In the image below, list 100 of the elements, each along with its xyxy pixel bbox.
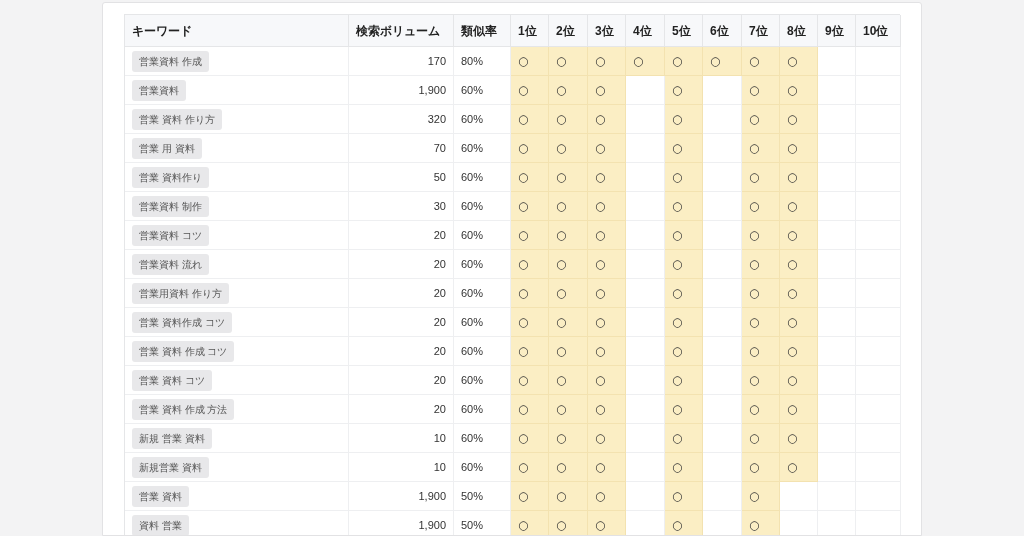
rank-cell: ○ [665,395,703,424]
rank-cell: ○ [780,308,818,337]
keyword-tag: 営業 用 資料 [132,137,202,159]
rank-cell: ○ [511,105,549,134]
rank-cell: ○ [549,250,588,279]
volume-cell: 20 [349,366,454,395]
rank-cell: ○ [780,250,818,279]
keyword-tag: 営業資料 制作 [132,195,209,217]
rank-cell: ○ [780,279,818,308]
volume-cell: 50 [349,163,454,192]
keyword-tag: 営業資料 作成 [132,50,209,72]
rank-cell: ○ [588,221,626,250]
rank-cell: ○ [588,366,626,395]
rank-cell: ○ [665,134,703,163]
rank-cell: ○ [703,47,742,76]
rank-cell: ○ [511,482,549,511]
rank-cell: ○ [549,163,588,192]
rank-cell: ○ [742,47,780,76]
rank-cell: ○ [665,250,703,279]
rank-cell: ○ [780,424,818,453]
keyword-tag: 資料 営業 [132,514,189,535]
volume-cell: 1,900 [349,482,454,511]
keyword-tag: 営業 資料 コツ [132,369,212,391]
rank-cell: ○ [588,250,626,279]
rank-cell: ○ [665,105,703,134]
column-header: キーワード [125,15,349,47]
rank-cell: ○ [549,453,588,482]
rank-cell: ○ [626,47,665,76]
rank-cell: ○ [549,192,588,221]
rank-cell: ○ [511,424,549,453]
rank-cell: ○ [742,192,780,221]
rank-cell: ○ [588,163,626,192]
rank-cell: ○ [742,250,780,279]
rank-cell: ○ [549,482,588,511]
rank-cell: ○ [549,279,588,308]
rank-cell: ○ [665,163,703,192]
keyword-tag: 営業資料 [132,79,186,101]
rank-cell: ○ [665,279,703,308]
rank-cell: ○ [742,163,780,192]
rank-cell: ○ [588,308,626,337]
rank-cell: ○ [511,163,549,192]
rank-cell: ○ [780,366,818,395]
keyword-tag: 新規 営業 資料 [132,427,212,449]
rank-cell: ○ [742,453,780,482]
rank-cell: ○ [742,279,780,308]
rank-cell: ○ [511,250,549,279]
rank-cell: ○ [549,105,588,134]
rank-cell: ○ [665,308,703,337]
rank-cell: ○ [549,395,588,424]
rank-cell: ○ [665,192,703,221]
volume-cell: 20 [349,308,454,337]
rank-cell: ○ [665,453,703,482]
rank-cell: ○ [588,482,626,511]
keyword-tag: 営業 資料 [132,485,189,507]
rank-cell: ○ [588,337,626,366]
volume-cell: 20 [349,250,454,279]
rank-cell: ○ [665,47,703,76]
rank-cell: ○ [549,366,588,395]
rank-cell: ○ [780,221,818,250]
rank-cell: ○ [549,134,588,163]
keyword-tag: 営業 資料作り [132,166,209,188]
rank-cell: ○ [549,221,588,250]
rank-cell: ○ [511,134,549,163]
rank-cell: ○ [511,511,549,535]
rank-cell: ○ [511,366,549,395]
rank-cell: ○ [511,395,549,424]
rank-cell: ○ [665,511,703,535]
rank-cell: ○ [780,134,818,163]
rank-cell: ○ [588,453,626,482]
rank-cell: ○ [780,337,818,366]
keyword-tag: 営業 資料 作成 コツ [132,340,235,362]
rank-cell: ○ [742,337,780,366]
volume-cell: 70 [349,134,454,163]
rank-cell: ○ [588,47,626,76]
rank-cell: ○ [780,163,818,192]
rank-cell: ○ [780,105,818,134]
rank-cell: ○ [588,511,626,535]
rank-cell: ○ [511,76,549,105]
rank-cell: ○ [588,395,626,424]
rank-cell: ○ [742,308,780,337]
rank-cell: ○ [742,511,780,535]
rank-cell: ○ [742,134,780,163]
volume-cell: 1,900 [349,76,454,105]
volume-cell: 10 [349,424,454,453]
rank-cell: ○ [588,76,626,105]
rank-cell: ○ [742,76,780,105]
rank-cell: ○ [665,76,703,105]
rank-cell: ○ [549,424,588,453]
rank-cell: ○ [511,308,549,337]
volume-cell: 320 [349,105,454,134]
rank-cell: ○ [780,47,818,76]
rank-cell: ○ [588,134,626,163]
rank-cell: ○ [549,511,588,535]
rank-cell: ○ [549,47,588,76]
rank-cell: ○ [665,221,703,250]
keyword-tag: 営業 資料作成 コツ [132,311,232,333]
rank-cell: ○ [780,395,818,424]
volume-cell: 20 [349,279,454,308]
rank-cell: ○ [588,105,626,134]
rank-cell: ○ [511,192,549,221]
